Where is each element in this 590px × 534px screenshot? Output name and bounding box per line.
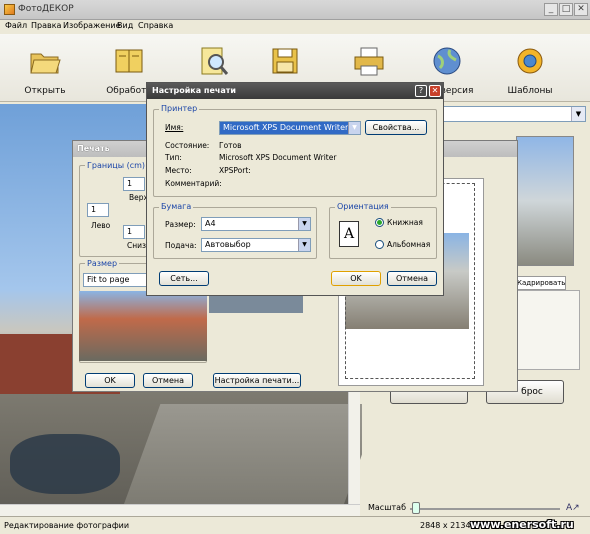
chevron-down-icon: ▼ [571,107,585,121]
maximize-button[interactable]: □ [559,3,573,16]
type-label: Тип: [165,153,182,162]
network-button[interactable]: Сеть... [159,271,209,286]
feed-select[interactable]: Автовыбор ▼ [201,238,311,252]
search-document-icon [201,47,229,75]
preview-thumbnail [516,136,574,266]
floppy-disk-icon [272,48,298,74]
image-dimensions: 2848 x 2134 [420,521,471,530]
printer-icon [354,47,384,76]
properties-button[interactable]: Свойства... [365,120,427,135]
book-icon [115,49,143,73]
zoom-in-icon[interactable]: A↗ [566,503,580,513]
feed-label: Подача: [165,241,197,250]
bottom-margin-input[interactable]: 1 [123,225,145,239]
zoom-row: Масштаб A↗ [362,500,590,516]
horizontal-scrollbar[interactable] [0,504,360,516]
paper-size-label: Размер: [165,220,196,229]
orientation-group-label: Ориентация [335,202,391,211]
comment-label: Комментарий: [165,179,222,188]
photo-water [10,434,120,494]
place-label: Место: [165,166,192,175]
dialog-close-button[interactable]: ✕ [429,85,441,97]
margins-label: Границы (cm) [85,161,148,170]
globe-icon [433,47,461,75]
chevron-down-icon: ▼ [298,239,310,251]
type-value: Microsoft XPS Document Writer [219,153,337,162]
landscape-label: Альбомная [387,240,431,249]
printer-group-label: Принтер [159,104,200,113]
dialog-cancel-button[interactable]: Отмена [387,271,437,286]
print-setup-dialog: Настройка печати ? ✕ Принтер Имя: Micros… [146,82,444,296]
menu-file[interactable]: Файл [5,21,27,30]
app-icon [4,4,15,15]
zoom-label: Масштаб [368,503,407,512]
chevron-down-icon: ▼ [348,122,360,134]
window-titlebar[interactable]: ФотоДЕКОР _ □ ✕ [0,0,590,20]
menu-edit[interactable]: Правка [31,21,61,30]
dialog-titlebar[interactable]: Настройка печати ? ✕ [147,83,443,99]
open-button[interactable]: Открыть [10,44,80,100]
top-margin-input[interactable]: 1 [123,177,145,191]
print-setup-button[interactable]: Настройка печати... [213,373,301,388]
chevron-down-icon: ▼ [298,218,310,230]
watermark: www.enersoft.ru [470,518,574,531]
templates-button[interactable]: Шаблоны [495,44,565,100]
feed-value: Автовыбор [205,240,251,249]
landscape-radio[interactable] [375,240,384,249]
state-label: Состояние: [165,141,210,150]
print-ok-button[interactable]: OK [85,373,135,388]
left-margin-label: Лево [91,221,111,230]
state-value: Готов [219,141,242,150]
crop-options-panel [516,290,580,370]
minimize-button[interactable]: _ [544,3,558,16]
open-label: Открыть [24,86,66,96]
place-value: XPSPort: [219,166,251,175]
photo-road [119,404,381,516]
print-photo-thumb [79,291,207,361]
size-label: Размер [85,259,120,268]
templates-icon [517,48,543,74]
paper-size-value: A4 [205,219,216,228]
paper-group-label: Бумага [159,202,194,211]
effect-select[interactable]: е ▼ [424,106,586,122]
menu-view[interactable]: Вид [117,21,133,30]
window-title: ФотоДЕКОР [18,4,74,14]
print-cancel-button[interactable]: Отмена [143,373,193,388]
printer-name-value: Microsoft XPS Document Writer [223,123,349,132]
orientation-preview-icon: A [339,221,359,247]
menu-help[interactable]: Справка [138,21,173,30]
dialog-ok-button[interactable]: OK [331,271,381,286]
zoom-slider-thumb[interactable] [412,502,420,514]
left-margin-input[interactable]: 1 [87,203,109,217]
status-text: Редактирование фотографии [4,521,130,530]
portrait-label: Книжная [387,218,423,227]
print-title: Печать [77,144,110,153]
printer-name-label: Имя: [165,123,184,132]
zoom-track[interactable] [410,508,560,510]
menu-image[interactable]: Изображение [63,21,121,30]
menubar: Файл Правка Изображение Вид Справка [0,20,590,34]
templates-label: Шаблоны [507,86,553,96]
tab-crop[interactable]: Кадрировать [516,276,566,290]
portrait-radio[interactable] [375,218,384,227]
printer-name-select[interactable]: Microsoft XPS Document Writer ▼ [219,121,361,135]
paper-size-select[interactable]: A4 ▼ [201,217,311,231]
dialog-title: Настройка печати [152,86,236,95]
help-button[interactable]: ? [415,85,427,97]
folder-open-icon [30,53,61,74]
close-button[interactable]: ✕ [574,3,588,16]
